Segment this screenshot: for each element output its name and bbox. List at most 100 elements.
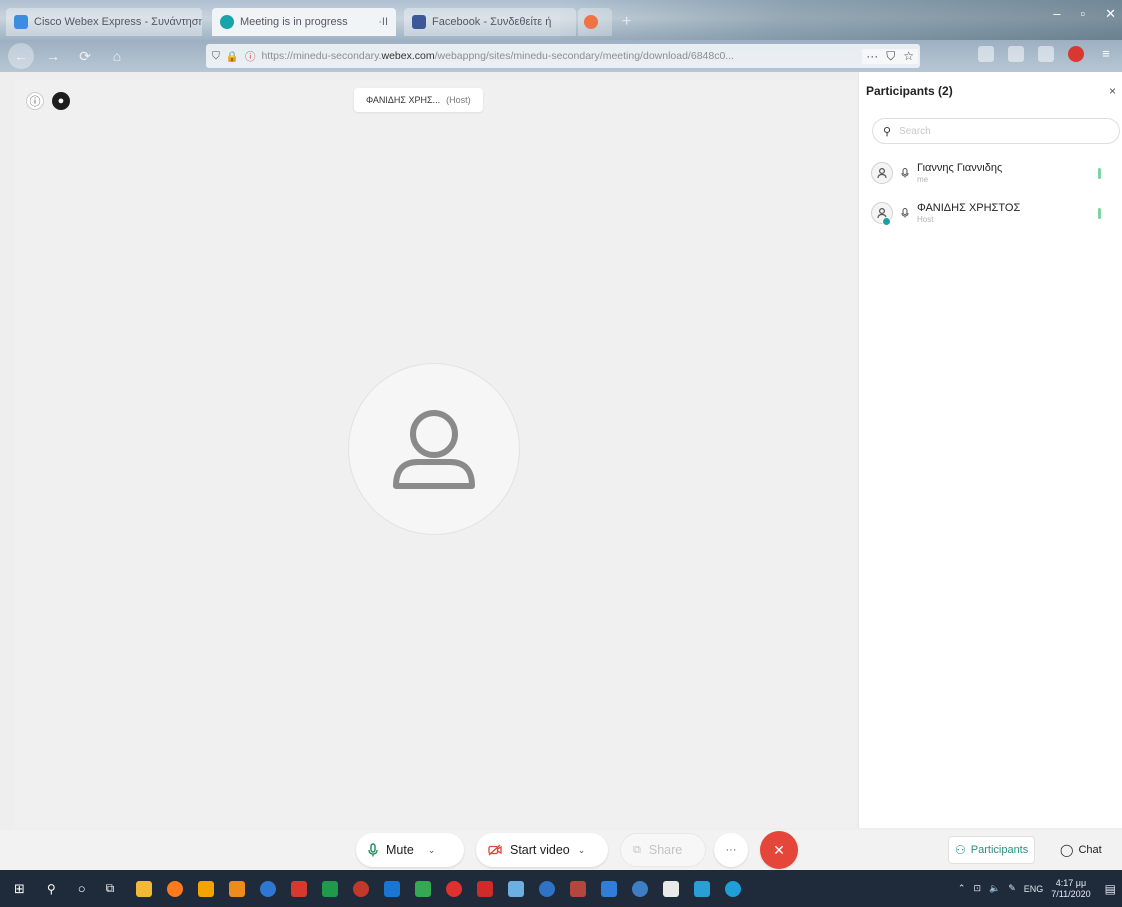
shield-icon: ⛉ <box>212 49 220 62</box>
taskbar-app-icon[interactable] <box>260 880 277 897</box>
windows-taskbar: ⊞ ⚲ ○ ⧉ ⌃ ⊡ 🔈 ✎ ENG 4:17 μμ 7/11/2020 ▤ <box>0 870 1122 907</box>
menu-hamburger-icon[interactable]: ≡ <box>1098 46 1114 62</box>
participant-search[interactable]: ⚲ <box>872 118 1120 144</box>
participants-panel-title: Participants (2) <box>866 84 953 98</box>
mute-label: Mute <box>386 843 414 857</box>
taskbar-app-icon[interactable] <box>415 880 432 897</box>
taskbar-app-icon[interactable] <box>384 880 401 897</box>
meeting-info-icons: ⓘ ● <box>26 92 70 110</box>
taskbar-app-icon[interactable] <box>229 880 246 897</box>
encryption-lock-icon[interactable]: ● <box>52 92 70 110</box>
participant-row[interactable]: Γιαννης Γιαννιδης me <box>871 156 1121 190</box>
browser-tab-4[interactable] <box>578 8 612 36</box>
taskbar-app-icon[interactable] <box>353 880 370 897</box>
taskbar-app-icon[interactable] <box>322 880 339 897</box>
browser-tab-2[interactable]: Meeting is in progress ·II <box>212 8 396 36</box>
forward-arrow-icon[interactable]: → <box>40 43 66 69</box>
task-view-icon[interactable]: ⧉ <box>106 881 115 896</box>
more-options-button[interactable]: ··· <box>714 833 748 867</box>
chat-panel-button[interactable]: ◯ Chat <box>1054 836 1108 864</box>
taskbar-app-icon[interactable] <box>508 880 525 897</box>
taskbar-app-icon[interactable] <box>446 880 463 897</box>
system-tray: ⌃ ⊡ 🔈 ✎ ENG 4:17 μμ 7/11/2020 ▤ <box>958 870 1116 907</box>
url-path: /webappng/sites/minedu-secondary/meeting… <box>434 50 735 62</box>
notifications-icon[interactable]: ▤ <box>1105 882 1116 896</box>
pen-icon[interactable]: ✎ <box>1008 883 1016 894</box>
home-icon[interactable]: ⌂ <box>104 43 130 69</box>
close-window-icon[interactable]: ✕ <box>1105 6 1116 22</box>
participant-avatar-icon <box>871 162 893 184</box>
maximize-icon[interactable]: ▫ <box>1080 6 1085 22</box>
clock-time: 4:17 μμ <box>1055 877 1087 888</box>
url-domain: webex.com <box>381 50 435 62</box>
page-actions-icon[interactable]: ··· <box>866 49 878 64</box>
meeting-info-icon[interactable]: ⓘ <box>26 92 44 110</box>
pocket-icon[interactable]: ⛉ <box>886 49 895 64</box>
search-icon[interactable]: ⚲ <box>47 882 56 896</box>
browser-tab-1[interactable]: Cisco Webex Express - Συνάντηση ✕ <box>6 8 202 36</box>
taskbar-app-icon[interactable] <box>601 880 618 897</box>
chevron-up-icon[interactable]: ⌃ <box>958 883 966 894</box>
browser-tab-title: Facebook - Συνδεθείτε ή <box>432 16 552 28</box>
windows-start-icon[interactable]: ⊞ <box>14 881 25 897</box>
chevron-down-icon[interactable]: ⌄ <box>428 845 436 856</box>
mic-icon <box>899 208 911 218</box>
participant-name: Γιαννης Γιαννιδης <box>917 161 1003 174</box>
host-role: (Host) <box>446 95 471 105</box>
taskbar-app-icon[interactable] <box>136 880 153 897</box>
participant-row[interactable]: ΦΑΝΙΔΗΣ ΧΡΗΣΤΟΣ Host <box>871 196 1121 230</box>
start-video-button[interactable]: Start video ⌄ <box>476 833 608 867</box>
participant-name: ΦΑΝΙΔΗΣ ΧΡΗΣΤΟΣ <box>917 201 1021 214</box>
search-icon: ⚲ <box>883 125 892 138</box>
minimize-icon[interactable]: – <box>1053 6 1060 22</box>
taskbar-app-icon[interactable] <box>663 880 680 897</box>
library-icon[interactable] <box>978 46 994 62</box>
taskbar-app-icon[interactable] <box>632 880 649 897</box>
taskbar-app-icon[interactable] <box>198 880 215 897</box>
taskbar-app-icon[interactable] <box>570 880 587 897</box>
start-video-label: Start video <box>510 843 570 857</box>
audio-level-icon <box>1098 168 1101 179</box>
network-icon[interactable]: ⊡ <box>973 883 981 894</box>
chevron-down-icon[interactable]: ⌄ <box>578 845 586 856</box>
participants-icon: ⚇ <box>955 843 966 857</box>
leave-meeting-button[interactable]: ✕ <box>760 831 798 869</box>
search-input[interactable] <box>899 125 1090 137</box>
cortana-icon[interactable]: ○ <box>78 881 86 896</box>
browser-tab-3[interactable]: Facebook - Συνδεθείτε ή <box>404 8 576 36</box>
lock-icon: 🔒 <box>225 50 239 63</box>
clock-date: 7/11/2020 <box>1051 888 1091 899</box>
reload-icon[interactable]: ⟳ <box>72 43 98 69</box>
active-speaker-label: ΦΑΝΙΔΗΣ ΧΡΗΣ... (Host) <box>354 88 483 112</box>
participants-panel-button[interactable]: ⚇ Participants <box>948 836 1036 864</box>
taskbar-app-icon[interactable] <box>539 880 556 897</box>
audio-level-icon <box>1098 208 1101 219</box>
chat-label: Chat <box>1078 844 1102 856</box>
adblock-icon[interactable] <box>1068 46 1084 62</box>
bookmark-star-icon[interactable]: ☆ <box>903 49 914 64</box>
meeting-control-bar: Mute ⌄ Start video ⌄ ⧉ Share ··· ✕ ⚇ Par… <box>0 830 1122 870</box>
account-icon[interactable] <box>1038 46 1054 62</box>
address-bar[interactable]: ⛉ 🔒 ⓘ https://minedu-secondary. webex.com… <box>206 44 920 68</box>
sidebar-icon[interactable] <box>1008 46 1024 62</box>
mute-button[interactable]: Mute ⌄ <box>356 833 464 867</box>
share-screen-icon: ⧉ <box>633 843 641 856</box>
taskbar-app-icon[interactable] <box>291 880 308 897</box>
taskbar-app-icon[interactable] <box>725 880 742 897</box>
back-arrow-icon[interactable]: ← <box>8 43 34 69</box>
language-indicator[interactable]: ENG <box>1024 884 1044 894</box>
microphone-icon <box>368 843 378 857</box>
meeting-stage: ⓘ ● ΦΑΝΙΔΗΣ ΧΡΗΣ... (Host) <box>14 80 856 828</box>
user-icon <box>393 410 475 489</box>
host-name: ΦΑΝΙΔΗΣ ΧΡΗΣ... <box>366 95 441 105</box>
share-label: Share <box>648 843 683 857</box>
new-tab-button[interactable]: + <box>614 8 640 36</box>
clock[interactable]: 4:17 μμ 7/11/2020 <box>1051 878 1090 900</box>
taskbar-app-icon[interactable] <box>167 880 184 897</box>
volume-icon[interactable]: 🔈 <box>989 883 1000 894</box>
taskbar-app-icon[interactable] <box>477 880 494 897</box>
share-button[interactable]: ⧉ Share <box>620 833 706 867</box>
taskbar-app-icon[interactable] <box>694 880 711 897</box>
participant-text: ΦΑΝΙΔΗΣ ΧΡΗΣΤΟΣ Host <box>917 202 1020 225</box>
close-panel-icon[interactable]: × <box>1109 84 1116 98</box>
